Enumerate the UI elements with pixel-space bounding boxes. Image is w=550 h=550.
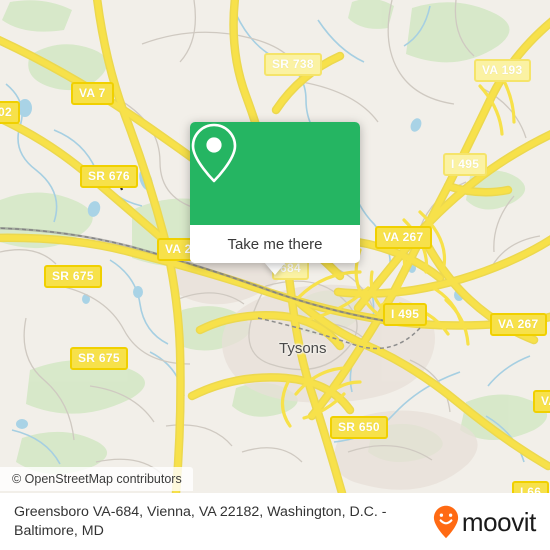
callout-header [190,122,360,225]
footer-bar: Greensboro VA-684, Vienna, VA 22182, Was… [0,493,550,550]
moovit-smiley-pin-icon [433,505,458,538]
moovit-location-card: VA 7 SR 738 VA 193 02 SR 676 I 495 VA 2 … [0,0,550,550]
map-pin-icon [191,123,237,183]
shield-va-193[interactable]: VA 193 [474,59,531,82]
shield-i-66[interactable]: I 66 [512,481,550,493]
shield-i-495-south[interactable]: I 495 [383,303,428,326]
osm-attribution[interactable]: © OpenStreetMap contributors [0,467,193,491]
shield-i-495-north[interactable]: I 495 [443,153,488,176]
moovit-wordmark: moovit [461,506,537,537]
shield-sr-675-lower[interactable]: SR 675 [70,347,128,370]
destination-callout-card[interactable]: Take me there [190,122,360,263]
shield-02[interactable]: 02 [0,101,20,124]
moovit-logo[interactable]: moovit [433,505,536,539]
shield-sr-676[interactable]: SR 676 [80,165,138,188]
shield-va-267-west[interactable]: VA 267 [375,226,432,249]
shield-va-7[interactable]: VA 7 [71,82,114,105]
place-label-tysons: Tysons [279,340,327,357]
callout-inner: Take me there [190,122,360,263]
shield-sr-738[interactable]: SR 738 [264,53,322,76]
take-me-there-button[interactable]: Take me there [190,225,360,263]
shield-sr-650[interactable]: SR 650 [330,416,388,439]
map-canvas[interactable]: VA 7 SR 738 VA 193 02 SR 676 I 495 VA 2 … [0,0,550,493]
address-text: Greensboro VA-684, Vienna, VA 22182, Was… [14,503,387,539]
shield-sr-675-upper[interactable]: SR 675 [44,265,102,288]
shield-va-267-east[interactable]: VA 267 [490,313,547,336]
shield-va-edge[interactable]: VA [533,390,550,413]
